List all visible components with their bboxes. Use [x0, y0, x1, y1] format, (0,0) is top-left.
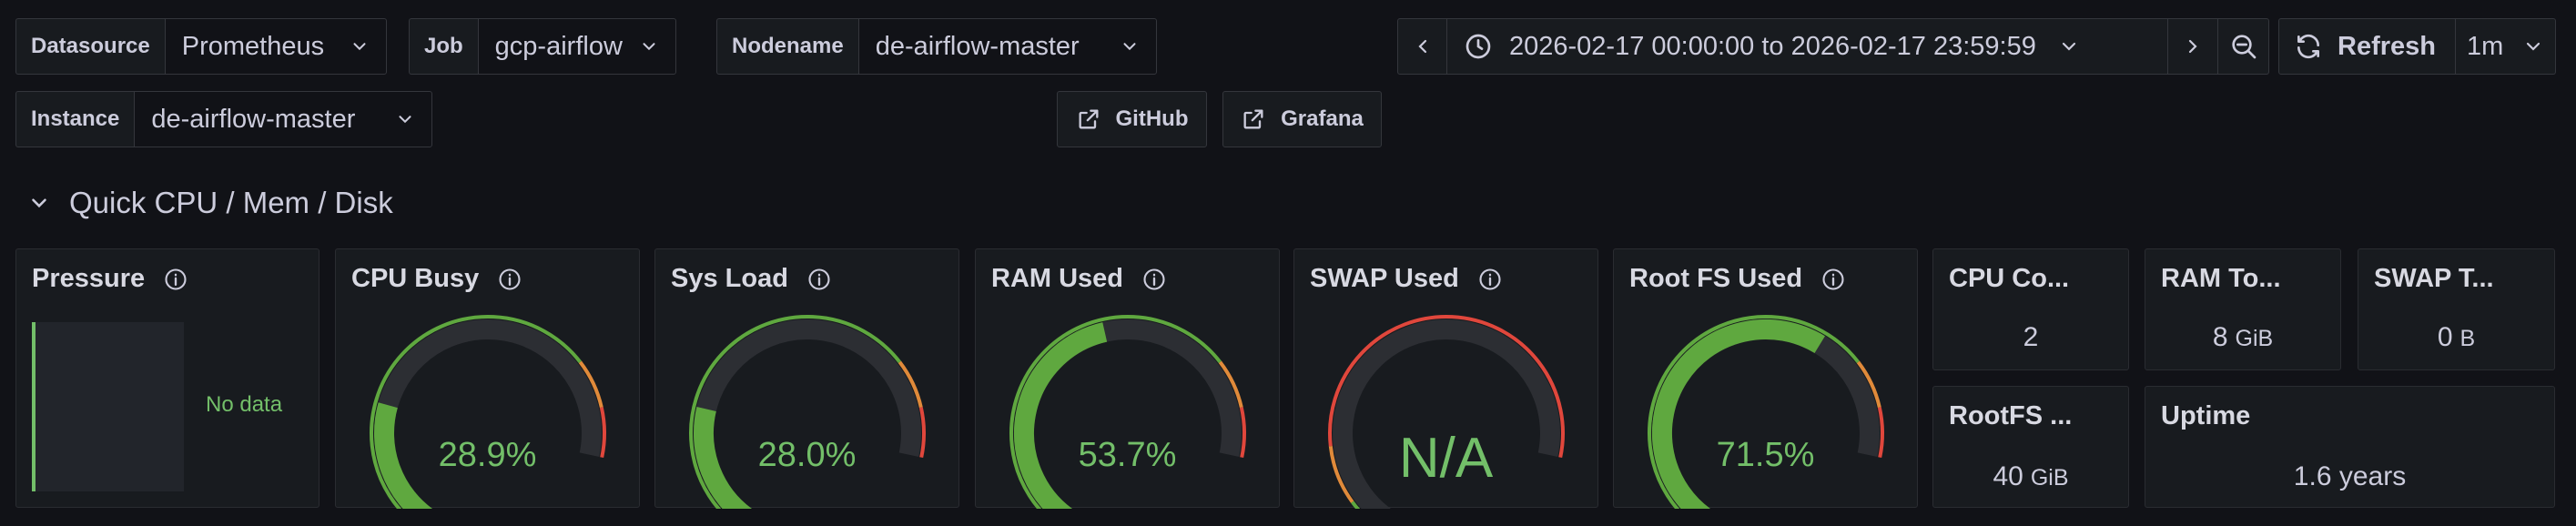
zoom-out-button[interactable] — [2218, 18, 2269, 75]
select-value: de-airflow-master — [875, 31, 1080, 61]
cpu-busy-panel: CPU Busy 28.9% — [335, 248, 640, 509]
chevron-left-icon — [1417, 39, 1426, 54]
stat-unit: GiB — [2030, 465, 2069, 491]
panel-title[interactable]: SWAP T... — [2374, 264, 2494, 294]
nodename-select[interactable]: de-airflow-master — [857, 18, 1157, 75]
variable-nodename: Nodename de-airflow-master — [716, 18, 1157, 75]
job-select[interactable]: gcp-airflow — [477, 18, 676, 75]
refresh-button[interactable]: Refresh — [2278, 18, 2456, 75]
stat-value: 0B — [2358, 322, 2554, 353]
swap-used-panel: SWAP Used N/A — [1293, 248, 1598, 509]
external-link-icon — [1079, 109, 1098, 129]
variable-label: Job — [409, 18, 478, 75]
swap-total-panel: SWAP T... 0B — [2358, 248, 2555, 370]
clock-icon — [1465, 34, 1491, 59]
refresh-interval-select[interactable]: 1m — [2456, 18, 2556, 75]
variable-datasource: Datasource Prometheus — [15, 18, 387, 75]
chevron-down-icon — [32, 198, 46, 208]
variable-label: Datasource — [15, 18, 165, 75]
root-fs-used-panel: Root FS Used 71.5% — [1613, 248, 1918, 509]
refresh-icon — [2297, 34, 2319, 59]
info-icon[interactable] — [163, 267, 188, 292]
panel-title[interactable]: Uptime — [2161, 401, 2250, 431]
rootfs-total-panel: RootFS ... 40 GiB — [1932, 386, 2129, 508]
gauge-value: 28.0% — [757, 436, 857, 474]
select-value: Prometheus — [181, 31, 325, 61]
pressure-bar-gauge — [32, 322, 184, 491]
row-header[interactable]: Quick CPU / Mem / Disk — [27, 186, 393, 220]
refresh-label: Refresh — [2338, 31, 2436, 61]
time-range-button[interactable]: 2026-02-17 00:00:00 to 2026-02-17 23:59:… — [1447, 18, 2168, 75]
refresh-picker: Refresh 1m — [2278, 18, 2556, 75]
uptime-panel: Uptime 1.6 years — [2145, 386, 2555, 508]
gauge-value: N/A — [1398, 427, 1494, 490]
stat-value: 40 GiB — [1933, 461, 2128, 492]
time-shift-back-button[interactable] — [1397, 18, 1447, 75]
chevron-down-icon — [353, 43, 366, 51]
variable-label: Nodename — [716, 18, 858, 75]
time-picker: 2026-02-17 00:00:00 to 2026-02-17 23:59:… — [1397, 18, 2269, 75]
panel-title[interactable]: RootFS ... — [1949, 401, 2072, 431]
gauge-value: 53.7% — [1078, 436, 1177, 474]
panel-title-text: Pressure — [32, 264, 146, 293]
chevron-down-icon — [399, 116, 411, 124]
chevron-down-icon — [2526, 42, 2541, 51]
gauge-value: 71.5% — [1716, 436, 1815, 474]
stat-unit: GiB — [2235, 326, 2274, 351]
no-data-label: No data — [206, 392, 283, 417]
stat-number: 8 — [2212, 322, 2228, 352]
external-link-icon — [1243, 109, 1263, 129]
stat-value: 8 GiB — [2145, 322, 2340, 353]
panel-title[interactable]: CPU Co... — [1949, 264, 2069, 294]
stat-number: 0 — [2437, 322, 2453, 352]
time-range-label: 2026-02-17 00:00:00 to 2026-02-17 23:59:… — [1509, 31, 2036, 61]
datasource-select[interactable]: Prometheus — [164, 18, 387, 75]
cpu-cores-panel: CPU Co... 2 — [1932, 248, 2129, 370]
stat-number: 40 — [1993, 461, 2023, 491]
chevron-right-icon — [2188, 39, 2197, 54]
pressure-panel: Pressure No data — [15, 248, 319, 508]
select-value: gcp-airflow — [494, 31, 623, 61]
gauge-value: 28.9% — [438, 436, 537, 474]
stat-unit: B — [2459, 326, 2476, 351]
stat-value: 2 — [1933, 322, 2128, 353]
panel-title[interactable]: RAM To... — [2161, 264, 2281, 294]
link-label: Grafana — [1281, 106, 1364, 131]
grafana-link-button[interactable]: Grafana — [1222, 91, 1382, 147]
chevron-down-icon — [643, 43, 655, 51]
ram-total-panel: RAM To... 8 GiB — [2145, 248, 2341, 370]
refresh-interval-value: 1m — [2467, 31, 2504, 61]
stat-number: 2 — [2023, 322, 2039, 352]
instance-select[interactable]: de-airflow-master — [134, 91, 433, 147]
sys-load-panel: Sys Load 28.0% — [654, 248, 959, 509]
variable-instance: Instance de-airflow-master — [15, 91, 433, 147]
row-title: Quick CPU / Mem / Disk — [69, 186, 393, 219]
chevron-down-icon — [1123, 43, 1136, 51]
link-label: GitHub — [1115, 106, 1189, 131]
stat-value: 1.6 years — [2293, 461, 2407, 491]
gauge-value-arc — [1651, 319, 1825, 509]
time-shift-forward-button[interactable] — [2168, 18, 2218, 75]
gauge-track — [694, 319, 921, 509]
variable-label: Instance — [15, 91, 135, 147]
github-link-button[interactable]: GitHub — [1057, 91, 1207, 147]
ram-used-panel: RAM Used 53.7% — [975, 248, 1280, 509]
gauge-track — [374, 319, 602, 509]
select-value: de-airflow-master — [151, 104, 356, 134]
chevron-down-icon — [2062, 42, 2075, 51]
zoom-out-icon — [2231, 35, 2256, 59]
panel-title[interactable]: Pressure — [32, 264, 188, 294]
variable-job: Job gcp-airflow — [409, 18, 676, 75]
